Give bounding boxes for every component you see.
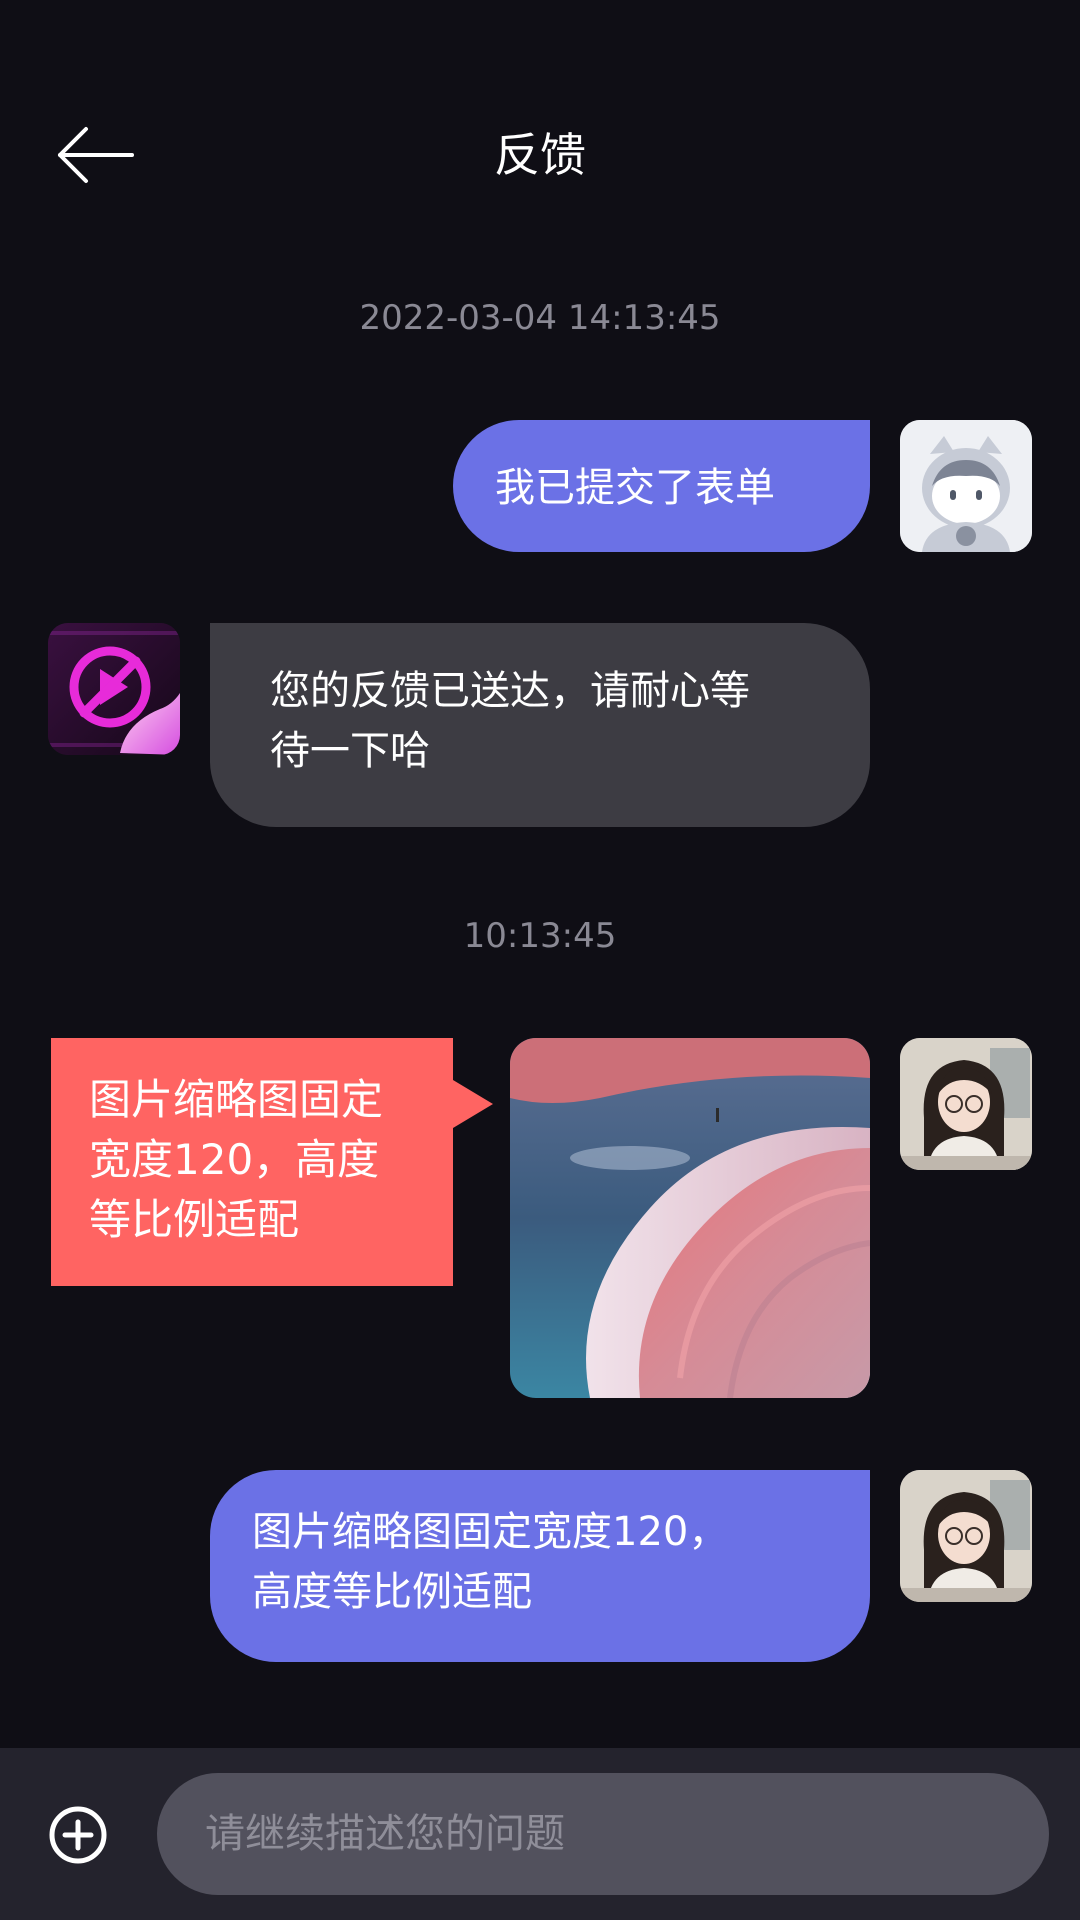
message-bubble-outgoing[interactable]: 我已提交了表单 xyxy=(453,420,870,552)
user-avatar[interactable] xyxy=(900,1470,1032,1602)
message-bubble-outgoing[interactable]: 图片缩略图固定宽度120， 高度等比例适配 xyxy=(210,1470,870,1662)
page-title: 反馈 xyxy=(494,128,586,182)
user-avatar[interactable] xyxy=(900,420,1032,552)
plus-circle-icon xyxy=(49,1806,107,1864)
user-avatar[interactable] xyxy=(900,1038,1032,1170)
message-text-line: 待一下哈 xyxy=(270,728,430,774)
message-text-line: 高度等比例适配 xyxy=(252,1569,532,1615)
message-input[interactable] xyxy=(157,1773,1049,1895)
landscape-image xyxy=(510,1038,870,1398)
girl-avatar-icon xyxy=(900,1470,1032,1602)
app-logo-icon xyxy=(48,623,180,755)
add-attachment-button[interactable] xyxy=(48,1805,108,1865)
annotation-pointer xyxy=(453,1080,493,1128)
annotation-text-line: 图片缩略图固定 xyxy=(89,1075,384,1124)
annotation-text-line: 等比例适配 xyxy=(89,1195,300,1244)
message-text-line: 您的反馈已送达，请耐心等 xyxy=(270,668,750,714)
annotation-text-line: 宽度120，高度 xyxy=(89,1135,380,1184)
message-bubble-incoming[interactable]: 您的反馈已送达，请耐心等 待一下哈 xyxy=(210,623,870,827)
girl-avatar-icon xyxy=(900,1038,1032,1170)
message-text-line: 图片缩略图固定宽度120， xyxy=(252,1509,729,1555)
app-avatar[interactable] xyxy=(48,623,180,755)
header: 反馈 xyxy=(0,0,1080,310)
cartoon-avatar-icon xyxy=(900,420,1032,552)
annotation-note: 图片缩略图固定 宽度120，高度 等比例适配 xyxy=(51,1038,453,1286)
timestamp: 10:13:45 xyxy=(463,916,617,956)
message-image-thumbnail[interactable] xyxy=(510,1038,870,1398)
timestamp: 2022-03-04 14:13:45 xyxy=(359,298,721,338)
message-text: 我已提交了表单 xyxy=(495,465,775,511)
